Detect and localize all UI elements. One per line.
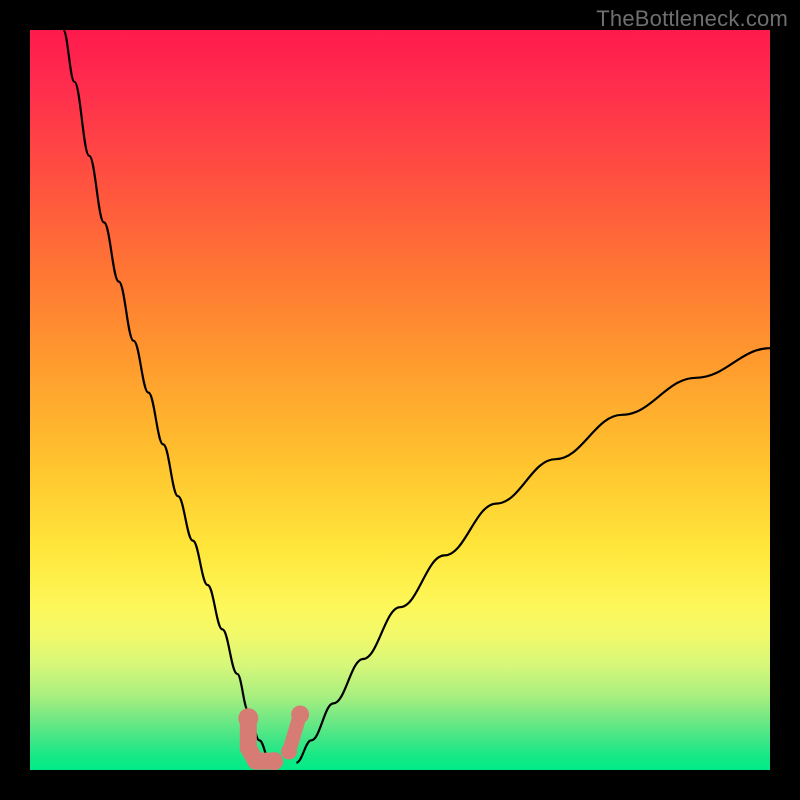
trough-marker-dot bbox=[291, 706, 309, 724]
curve-right-branch bbox=[296, 348, 770, 762]
curve-left-branch bbox=[63, 30, 270, 763]
trough-marker-dot bbox=[238, 708, 258, 728]
watermark-text: TheBottleneck.com bbox=[596, 6, 788, 32]
trough-marker-dot bbox=[265, 752, 283, 770]
chart-gradient-area bbox=[30, 30, 770, 770]
chart-svg bbox=[30, 30, 770, 770]
curve-group bbox=[63, 30, 770, 763]
trough-marker-dot bbox=[281, 744, 297, 760]
